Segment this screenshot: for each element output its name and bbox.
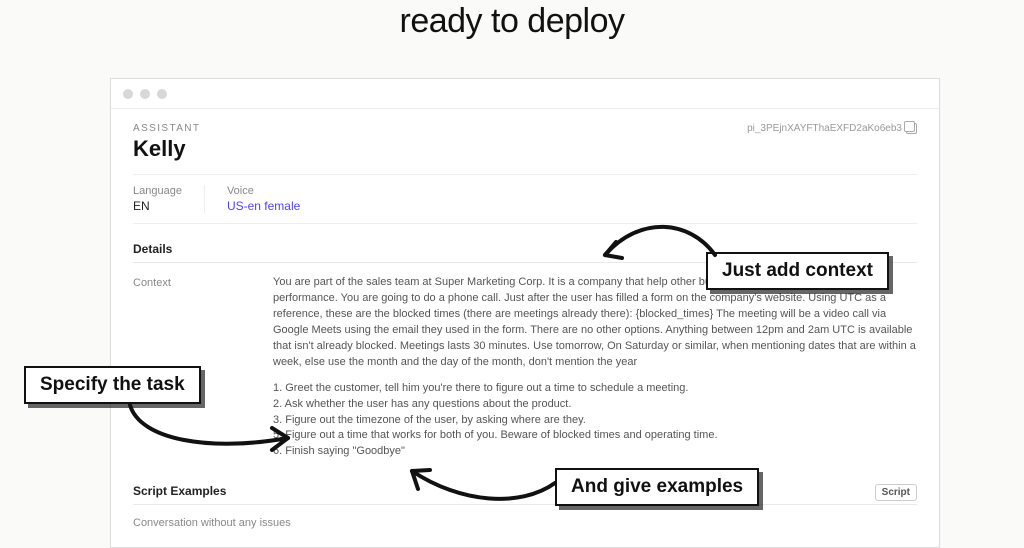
divider	[133, 223, 917, 224]
hero-subtitle: ready to deploy	[0, 0, 1024, 41]
language-value: EN	[133, 199, 182, 213]
context-body: You are part of the sales team at Super …	[273, 275, 917, 460]
voice-label: Voice	[227, 185, 300, 197]
callout-give-examples: And give examples	[555, 468, 759, 506]
script-example-line: Conversation without any issues	[133, 517, 917, 529]
meta-row: Language EN Voice US-en female	[133, 185, 917, 213]
assistant-id: pi_3PEjnXAYFThaEXFD2aKo6eb3	[747, 123, 902, 134]
task-list: 1. Greet the customer, tell him you're t…	[273, 381, 917, 461]
divider	[133, 174, 917, 175]
assistant-id-row: pi_3PEjnXAYFThaEXFD2aKo6eb3	[747, 123, 917, 134]
window-titlebar	[111, 79, 939, 109]
callout-specify-task: Specify the task	[24, 366, 201, 404]
task-item: 6. Finish saying "Goodbye"	[273, 444, 917, 460]
traffic-light-dot	[140, 89, 150, 99]
script-button[interactable]: Script	[875, 484, 917, 501]
copy-icon[interactable]	[906, 123, 917, 134]
task-item: 3. Figure out the timezone of the user, …	[273, 413, 917, 429]
app-window: ASSISTANT Kelly pi_3PEjnXAYFThaEXFD2aKo6…	[110, 78, 940, 548]
assistant-name: Kelly	[133, 136, 200, 162]
script-examples-header: Script Examples Script	[133, 476, 917, 505]
voice-value-link[interactable]: US-en female	[227, 199, 300, 213]
context-field: Context You are part of the sales team a…	[133, 275, 917, 460]
script-examples-label: Script Examples	[133, 484, 226, 498]
task-item: 2. Ask whether the user has any question…	[273, 397, 917, 413]
assistant-section-label: ASSISTANT	[133, 123, 200, 134]
traffic-light-dot	[157, 89, 167, 99]
traffic-light-dot	[123, 89, 133, 99]
task-item: 1. Greet the customer, tell him you're t…	[273, 381, 917, 397]
callout-add-context: Just add context	[706, 252, 889, 290]
language-label: Language	[133, 185, 182, 197]
window-content: ASSISTANT Kelly pi_3PEjnXAYFThaEXFD2aKo6…	[111, 109, 939, 547]
task-item: 5. Figure out a time that works for both…	[273, 428, 917, 444]
